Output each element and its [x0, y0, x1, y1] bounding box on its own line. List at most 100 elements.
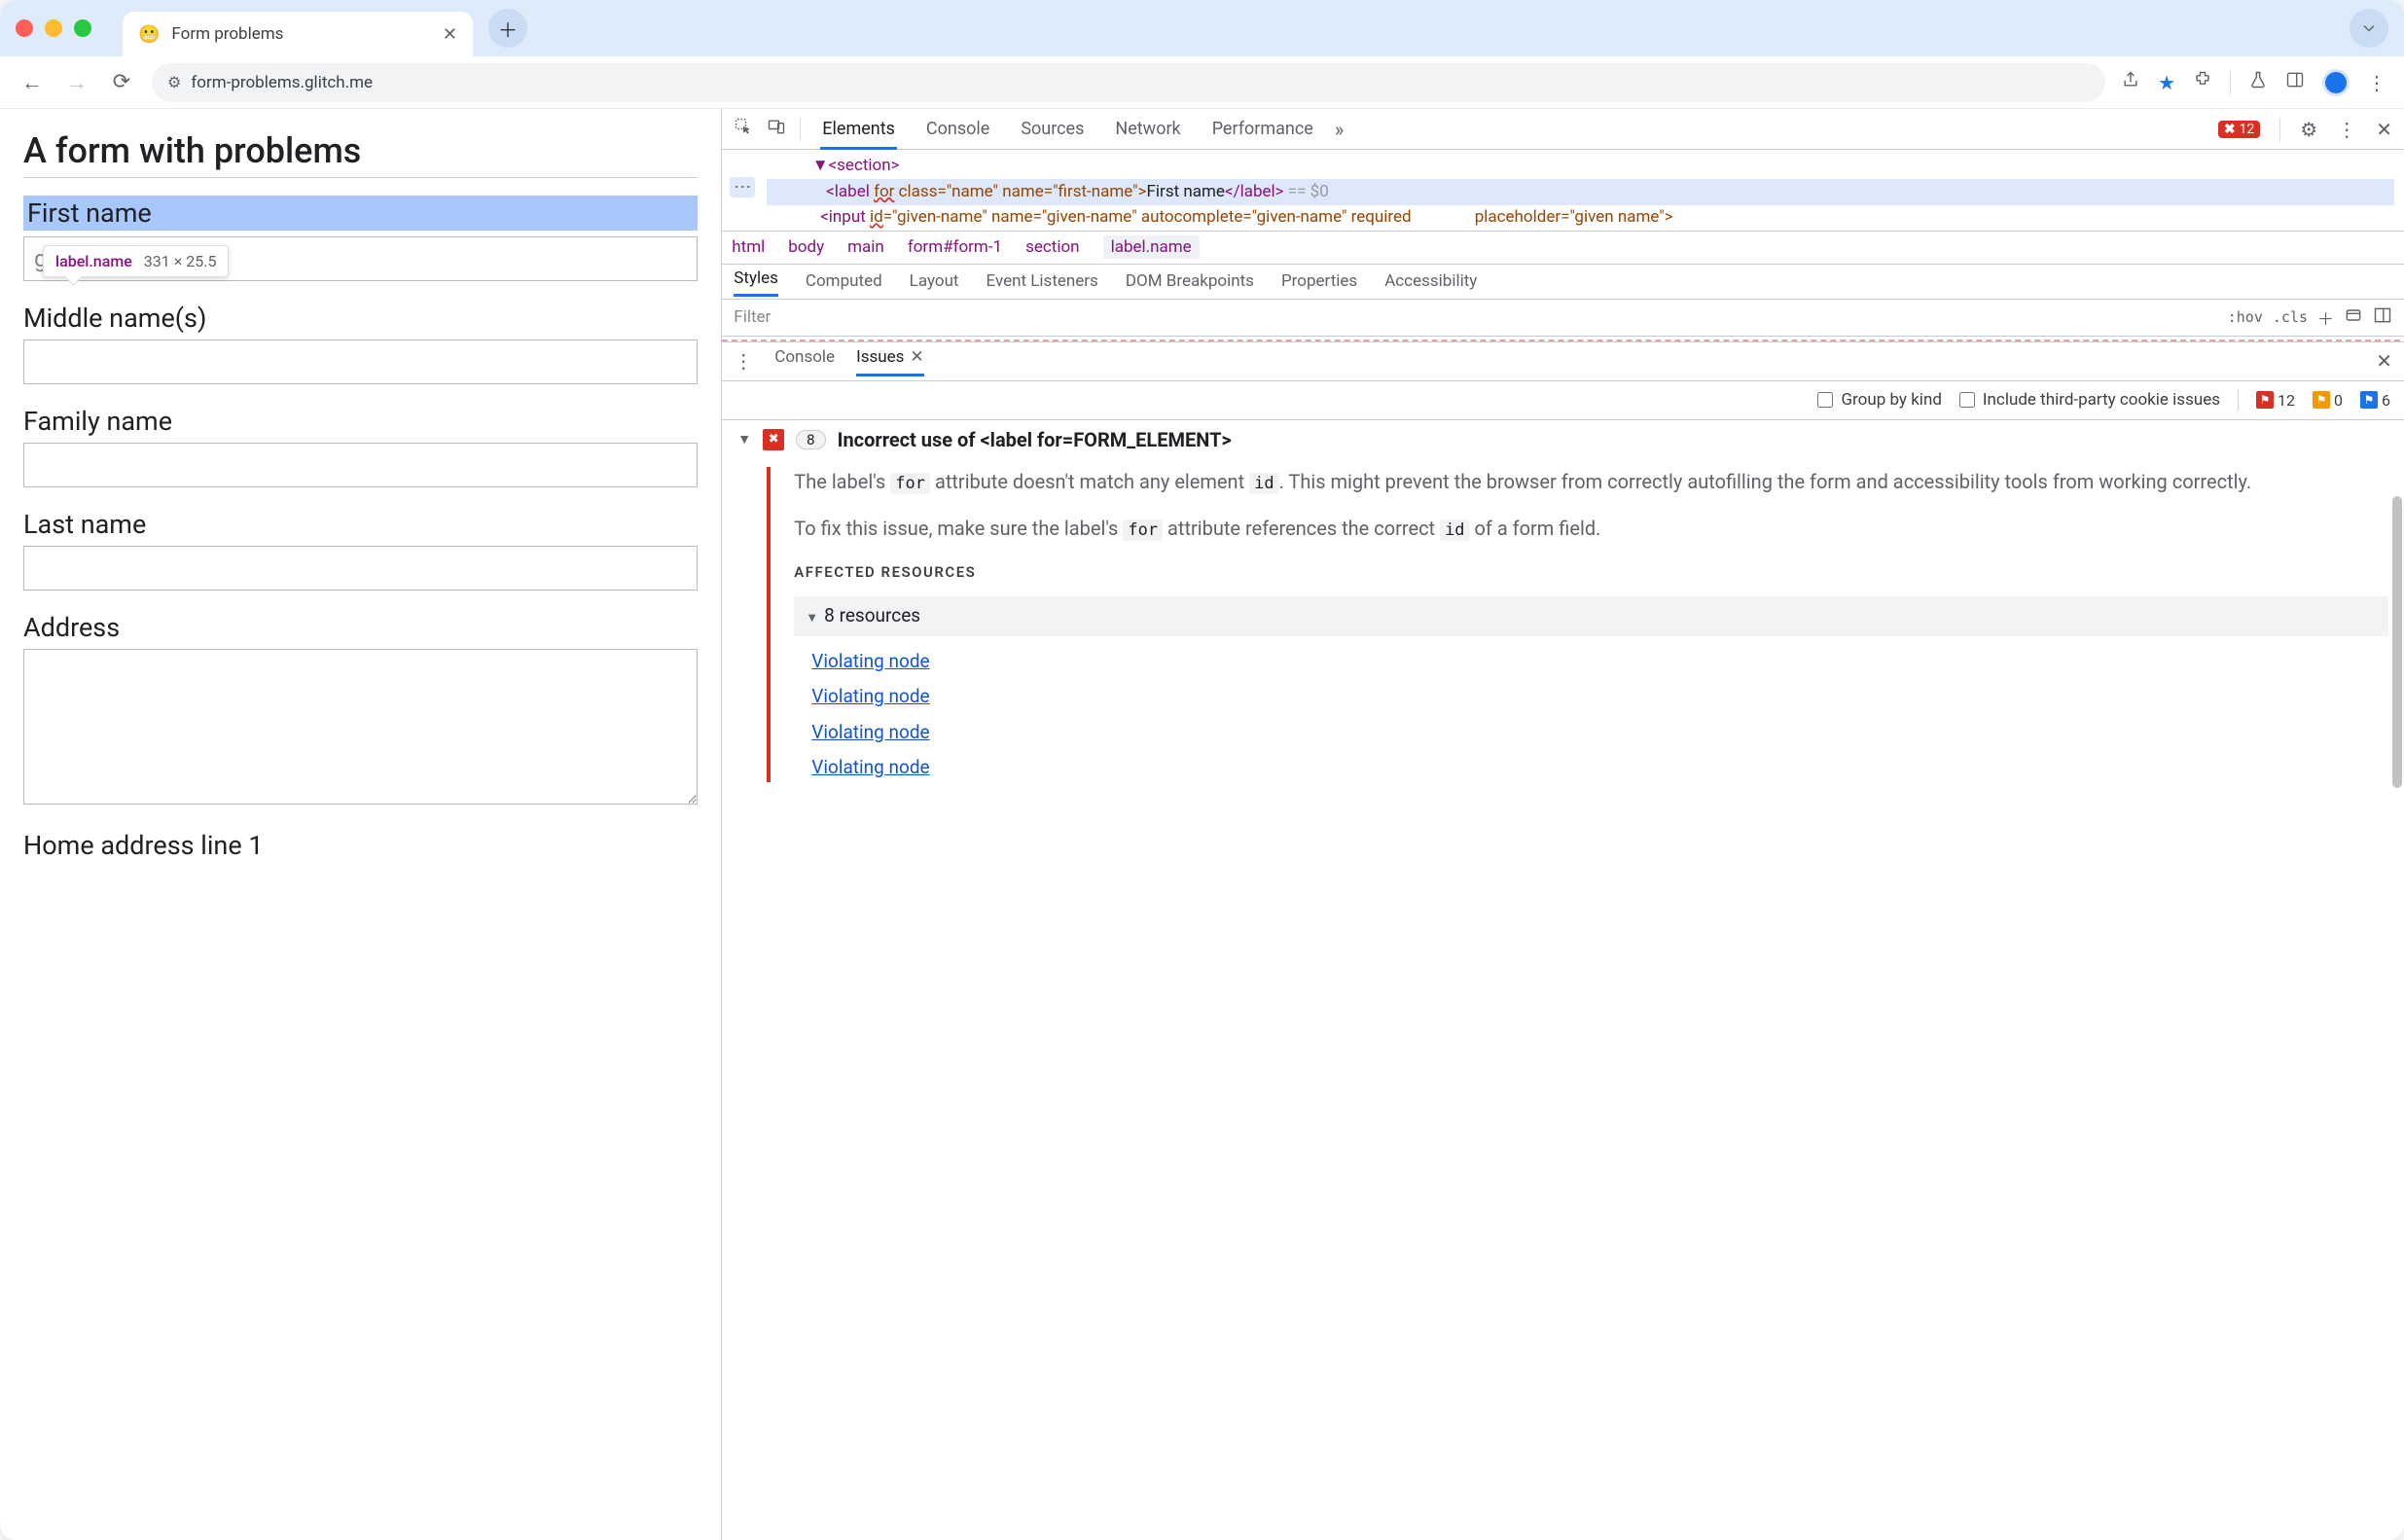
labs-icon[interactable]: [2248, 70, 2268, 94]
dom-breadcrumb[interactable]: html body main form#form-1 section label.name: [722, 231, 2404, 264]
affected-resources-heading: AFFECTED RESOURCES: [794, 561, 2388, 584]
info-pill[interactable]: ⚑6: [2360, 391, 2390, 410]
panel-tab-elements[interactable]: Elements: [820, 111, 897, 150]
new-tab-button[interactable]: ＋: [488, 9, 527, 48]
bookmark-star-icon[interactable]: ★: [2158, 71, 2175, 94]
form-field: Home address line 1: [23, 830, 698, 861]
breadcrumb-item[interactable]: section: [1025, 237, 1079, 257]
address-textarea[interactable]: [23, 649, 698, 805]
issue-paragraph: The label's for attribute doesn't match …: [794, 467, 2388, 497]
issue-paragraph: To fix this issue, make sure the label's…: [794, 514, 2388, 544]
panel-tab-console[interactable]: Console: [924, 111, 991, 148]
dom-tree[interactable]: ▼<section> <label for class="name" name=…: [722, 150, 2404, 231]
field-label: First name: [23, 196, 698, 231]
drawer-tabs: ⋮ Console Issues✕ ✕: [722, 342, 2404, 381]
share-icon[interactable]: [2121, 70, 2140, 94]
issue-title: Incorrect use of <label for=FORM_ELEMENT…: [838, 428, 1232, 451]
form-field: Address: [23, 612, 698, 808]
site-settings-icon[interactable]: ⚙: [167, 73, 181, 91]
subtab-properties[interactable]: Properties: [1281, 271, 1357, 291]
field-label: Address: [23, 612, 698, 643]
issue-header[interactable]: ▼ ✖ 8 Incorrect use of <label for=FORM_E…: [737, 428, 2388, 451]
close-window-icon[interactable]: [16, 19, 33, 37]
breadcrumb-item[interactable]: body: [788, 237, 824, 257]
subtab-computed[interactable]: Computed: [806, 271, 882, 291]
tooltip-selector: label.name: [55, 252, 132, 270]
toolbar-actions: ★ ⋮: [2121, 69, 2386, 96]
subtab-styles[interactable]: Styles: [734, 269, 778, 297]
disclosure-triangle-icon[interactable]: ▼: [737, 431, 751, 448]
devtools-menu-icon[interactable]: ⋮: [2337, 118, 2356, 141]
inspect-icon[interactable]: [734, 117, 753, 141]
panel-tab-performance[interactable]: Performance: [1210, 111, 1315, 148]
divider: [2279, 118, 2280, 141]
issue-error-icon: ✖: [763, 429, 784, 450]
form-field: Family name: [23, 406, 698, 487]
tabs-menu-button[interactable]: [2350, 9, 2388, 48]
breadcrumb-item[interactable]: form#form-1: [908, 237, 1002, 257]
breadcrumb-item[interactable]: label.name: [1103, 235, 1200, 259]
styles-filter-input[interactable]: Filter: [734, 307, 2217, 327]
text-input[interactable]: [23, 546, 698, 591]
close-drawer-icon[interactable]: ✕: [2376, 349, 2392, 373]
devtools: Elements Console Sources Network Performance…: [721, 109, 2404, 1540]
drawer-tab-console[interactable]: Console: [774, 347, 835, 375]
issue-body: The label's for attribute doesn't match …: [767, 467, 2388, 782]
profile-avatar-icon[interactable]: [2322, 69, 2350, 96]
group-by-kind-checkbox[interactable]: Group by kind: [1817, 390, 1941, 410]
browser-window: 😬 Form problems ✕ ＋ ← → ⟳ ⚙ form-problem…: [0, 0, 2404, 1540]
third-party-checkbox[interactable]: Include third-party cookie issues: [1959, 390, 2220, 410]
warning-flag-icon: ⚑: [2313, 391, 2330, 409]
subtab-layout[interactable]: Layout: [910, 271, 959, 291]
maximize-window-icon[interactable]: [74, 19, 91, 37]
text-input[interactable]: [23, 443, 698, 487]
violating-node-link[interactable]: Violating node: [811, 648, 2388, 676]
dom-actions-icon[interactable]: ⋯: [730, 177, 755, 197]
text-input[interactable]: [23, 340, 698, 384]
more-panels-icon[interactable]: »: [1335, 118, 1344, 141]
panel-tab-sources[interactable]: Sources: [1019, 111, 1086, 148]
warnings-pill[interactable]: ⚑0: [2313, 391, 2343, 410]
new-style-rule-icon[interactable]: ＋: [2317, 305, 2334, 330]
panel-tab-network[interactable]: Network: [1113, 111, 1182, 148]
hov-button[interactable]: :hov: [2228, 308, 2263, 326]
forward-button[interactable]: →: [62, 70, 91, 95]
content-area: label.name 331 × 25.5 A form with proble…: [0, 109, 2404, 1540]
address-bar[interactable]: ⚙ form-problems.glitch.me: [152, 63, 2105, 102]
url-text: form-problems.glitch.me: [191, 73, 373, 92]
tooltip-dimensions: 331 × 25.5: [144, 252, 217, 270]
breadcrumb-item[interactable]: main: [847, 237, 884, 257]
drawer-tab-issues[interactable]: Issues✕: [856, 347, 924, 376]
close-tab-icon[interactable]: ✕: [910, 347, 923, 367]
browser-tab[interactable]: 😬 Form problems ✕: [123, 12, 473, 56]
minimize-window-icon[interactable]: [45, 19, 62, 37]
subtab-dom-breakpoints[interactable]: DOM Breakpoints: [1126, 271, 1254, 291]
reload-button[interactable]: ⟳: [107, 70, 136, 94]
form-field: Middle name(s): [23, 303, 698, 384]
subtab-event-listeners[interactable]: Event Listeners: [987, 271, 1098, 291]
device-toggle-icon[interactable]: [767, 117, 786, 141]
extensions-icon[interactable]: [2193, 70, 2212, 94]
breadcrumb-item[interactable]: html: [732, 237, 765, 257]
error-icon: ✖: [2224, 122, 2236, 137]
violating-node-link[interactable]: Violating node: [811, 719, 2388, 747]
violating-node-link[interactable]: Violating node: [811, 683, 2388, 711]
drawer-menu-icon[interactable]: ⋮: [734, 349, 753, 373]
violating-node-link[interactable]: Violating node: [811, 754, 2388, 782]
subtab-accessibility[interactable]: Accessibility: [1384, 271, 1477, 291]
issue-panel: ▼ ✖ 8 Incorrect use of <label for=FORM_E…: [722, 420, 2404, 1540]
side-panel-icon[interactable]: [2285, 70, 2305, 94]
dom-selected-line[interactable]: <label for class="name" name="first-name…: [767, 179, 2394, 206]
errors-pill[interactable]: ⚑12: [2256, 391, 2295, 410]
computed-sidebar-icon[interactable]: [2373, 305, 2392, 330]
close-devtools-icon[interactable]: ✕: [2376, 118, 2392, 141]
toggle-common-icon[interactable]: [2344, 305, 2363, 330]
close-tab-icon[interactable]: ✕: [443, 24, 457, 45]
cls-button[interactable]: .cls: [2273, 308, 2308, 326]
scrollbar-thumb[interactable]: [2392, 496, 2402, 788]
settings-gear-icon[interactable]: ⚙: [2300, 118, 2317, 141]
resources-toggle[interactable]: ▼8 resources: [794, 596, 2388, 636]
kebab-menu-icon[interactable]: ⋮: [2367, 71, 2386, 94]
error-counter[interactable]: ✖12: [2218, 121, 2260, 138]
back-button[interactable]: ←: [18, 70, 47, 95]
